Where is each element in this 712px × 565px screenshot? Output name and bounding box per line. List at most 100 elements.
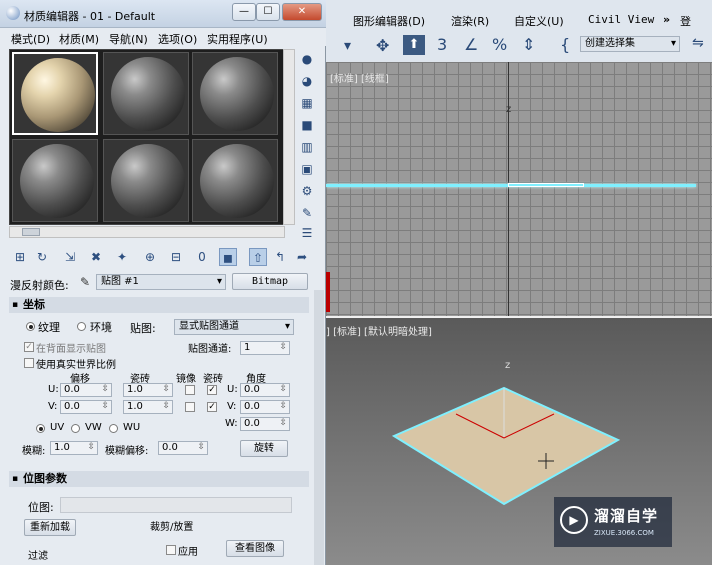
angle-v-spinner[interactable]: 0.0 (240, 400, 290, 414)
assign-to-selection-icon[interactable]: ⇲ (61, 248, 79, 266)
uv-label: UV (50, 422, 65, 433)
uv-tiling-icon[interactable]: ■ (298, 117, 316, 133)
close-button[interactable]: ✕ (282, 3, 322, 21)
texture-radio[interactable] (26, 322, 35, 331)
material-id-icon[interactable]: ⊟ (167, 248, 185, 266)
axis-z-label: z (506, 104, 512, 115)
backlight-icon[interactable]: ◕ (298, 73, 316, 89)
top-viewport-label[interactable]: [标准] [线框] (330, 70, 389, 85)
make-unique-icon[interactable]: ✦ (113, 248, 131, 266)
panel-scrollbar[interactable] (314, 290, 324, 565)
sample-slot-6[interactable] (192, 139, 278, 222)
bitmap-label: 位图: (28, 501, 54, 514)
diffuse-color-label: 漫反射颜色: (10, 279, 69, 292)
title-bar[interactable]: 材质编辑器 - 01 - Default — ☐ ✕ (0, 0, 326, 28)
menu-rendering[interactable]: 渲染(R) (451, 13, 489, 29)
material-effects-icon[interactable]: 0 (193, 248, 211, 266)
background-icon[interactable]: ▦ (298, 95, 316, 111)
show-map-in-viewport-icon[interactable]: ◼ (219, 248, 237, 266)
collapse-icon: ▪ (12, 474, 19, 484)
bitmap-params-rollout-header[interactable]: ▪ 位图参数 (9, 471, 309, 487)
put-to-scene-icon[interactable]: ↻ (33, 248, 51, 266)
video-color-check-icon[interactable]: ▥ (298, 139, 316, 155)
menu-customize[interactable]: 自定义(U) (514, 13, 564, 29)
sample-slot-1[interactable] (12, 52, 98, 135)
blur-offset-spinner[interactable]: 0.0 (158, 441, 208, 455)
map-channel-spinner[interactable]: 1 (240, 341, 290, 355)
sample-slot-3[interactable] (192, 52, 278, 135)
get-material-icon[interactable]: ⊞ (11, 248, 29, 266)
mirror-icon[interactable]: ⇋ (692, 35, 704, 51)
bitmap-params-title: 位图参数 (23, 472, 67, 485)
top-viewport[interactable]: [标准] [线框] z (326, 62, 712, 316)
map-name-dropdown[interactable]: 贴图 #1 (96, 274, 226, 290)
material-toolbar: ⊞ ↻ ⇲ ✖ ✦ ⊕ ⊟ 0 ◼ ⇧ ↰ ➦ (9, 248, 319, 268)
menu-overflow[interactable]: » (663, 13, 670, 26)
selection-set-dropdown[interactable]: 创建选择集 (580, 36, 680, 52)
menu-account[interactable]: 登 (680, 13, 691, 29)
make-preview-icon[interactable]: ▣ (298, 161, 316, 177)
angle-snap-icon[interactable]: ∠ (464, 35, 478, 54)
mapping-dropdown[interactable]: 显式贴图通道 (174, 319, 294, 335)
sample-horizontal-scrollbar[interactable] (9, 226, 285, 238)
menu-utilities[interactable]: 实用程序(U) (207, 31, 268, 47)
eyedropper-icon[interactable]: ✎ (80, 275, 90, 289)
real-world-scale-checkbox[interactable] (24, 358, 34, 368)
map-type-button[interactable]: Bitmap (232, 273, 308, 290)
move-icon[interactable]: ✥ (376, 36, 389, 55)
coordinates-rollout-header[interactable]: ▪ 坐标 (9, 297, 309, 313)
material-navigator-icon[interactable]: ☰ (298, 225, 316, 241)
sample-vertical-scrollbar[interactable] (283, 49, 295, 225)
environ-radio[interactable] (77, 322, 86, 331)
tile-v-checkbox[interactable]: ✓ (207, 402, 217, 412)
tiling-v-spinner[interactable]: 1.0 (123, 400, 173, 414)
maximize-button[interactable]: ☐ (256, 3, 280, 21)
select-icon[interactable]: ▾ (344, 38, 351, 54)
bitmap-path-field[interactable] (60, 497, 292, 513)
snap-3d-icon[interactable]: 3 (437, 35, 447, 54)
view-image-button[interactable]: 查看图像 (226, 540, 284, 557)
go-forward-to-sibling-icon[interactable]: ➦ (293, 248, 311, 266)
offset-u-spinner[interactable]: 0.0 (60, 383, 112, 397)
menu-civil-view[interactable]: Civil View (588, 13, 654, 26)
spinner-snap-icon[interactable]: ⇕ (522, 35, 535, 54)
options-icon[interactable]: ⚙ (298, 183, 316, 199)
minimize-button[interactable]: — (232, 3, 256, 21)
sample-slot-4[interactable] (12, 139, 98, 222)
put-to-library-icon[interactable]: ⊕ (141, 248, 159, 266)
vw-radio[interactable] (71, 424, 80, 433)
select-by-material-icon[interactable]: ✎ (298, 205, 316, 221)
edit-named-selection-icon[interactable]: { (560, 35, 570, 54)
menu-options[interactable]: 选项(O) (158, 31, 197, 47)
percent-snap-icon[interactable]: % (492, 35, 507, 54)
apply-checkbox[interactable] (166, 545, 176, 555)
plane-surface (391, 386, 621, 506)
show-end-result-icon[interactable]: ⇧ (249, 248, 267, 266)
delete-icon[interactable]: ✖ (87, 248, 105, 266)
sample-type-icon[interactable]: ● (298, 51, 316, 67)
wu-radio[interactable] (109, 424, 118, 433)
scroll-thumb[interactable] (22, 228, 40, 236)
reload-button[interactable]: 重新加载 (24, 519, 76, 536)
angle-w-spinner[interactable]: 0.0 (240, 417, 290, 431)
sample-sphere (200, 144, 274, 218)
uv-radio[interactable] (36, 424, 45, 433)
offset-v-spinner[interactable]: 0.0 (60, 400, 112, 414)
menu-material[interactable]: 材质(M) (59, 31, 99, 47)
mapping-label: 贴图: (130, 322, 156, 335)
go-to-parent-icon[interactable]: ↰ (271, 248, 289, 266)
sample-slot-2[interactable] (103, 52, 189, 135)
mirror-u-checkbox[interactable] (185, 385, 195, 395)
menu-modes[interactable]: 模式(D) (11, 31, 50, 47)
sample-slot-5[interactable] (103, 139, 189, 222)
show-map-on-back-checkbox[interactable]: ✓ (24, 342, 34, 352)
mirror-v-checkbox[interactable] (185, 402, 195, 412)
menu-navigation[interactable]: 导航(N) (109, 31, 148, 47)
menu-graph-editors[interactable]: 图形编辑器(D) (353, 13, 425, 29)
angle-u-spinner[interactable]: 0.0 (240, 383, 290, 397)
tile-u-checkbox[interactable]: ✓ (207, 385, 217, 395)
snap-icon[interactable]: ⬆ (403, 35, 425, 55)
rotate-button[interactable]: 旋转 (240, 440, 288, 457)
blur-spinner[interactable]: 1.0 (50, 441, 98, 455)
tiling-u-spinner[interactable]: 1.0 (123, 383, 173, 397)
